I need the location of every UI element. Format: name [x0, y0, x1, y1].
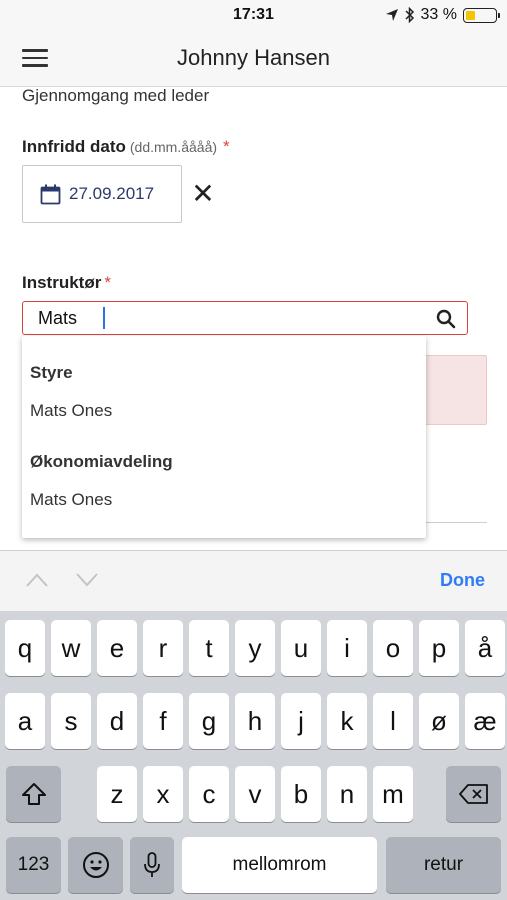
- instructor-field-label: Instruktør *: [22, 273, 111, 293]
- key-æ[interactable]: æ: [465, 693, 505, 749]
- page-title: Johnny Hansen: [177, 45, 330, 70]
- key-k[interactable]: k: [327, 693, 367, 749]
- key-b[interactable]: b: [281, 766, 321, 822]
- bluetooth-icon: [405, 7, 414, 23]
- dropdown-option[interactable]: Mats Ones: [30, 401, 112, 421]
- instructor-label: Instruktør: [22, 273, 102, 292]
- space-key[interactable]: mellomrom: [182, 837, 377, 893]
- key-f[interactable]: f: [143, 693, 183, 749]
- date-format-hint: (dd.mm.åååå): [129, 139, 218, 155]
- status-indicators: 33 %: [385, 5, 500, 25]
- divider: [420, 522, 487, 523]
- key-s[interactable]: s: [51, 693, 91, 749]
- key-l[interactable]: l: [373, 693, 413, 749]
- calendar-icon: [40, 184, 61, 204]
- key-e[interactable]: e: [97, 620, 137, 676]
- on-screen-keyboard: qwertyuiopå asdfghjkløæ zxcvbnm 123 mell…: [0, 611, 507, 900]
- key-d[interactable]: d: [97, 693, 137, 749]
- return-key[interactable]: retur: [386, 837, 501, 893]
- key-y[interactable]: y: [235, 620, 275, 676]
- backspace-key[interactable]: [446, 766, 501, 822]
- emoji-key[interactable]: [68, 837, 123, 893]
- key-g[interactable]: g: [189, 693, 229, 749]
- text-cursor: [103, 307, 105, 329]
- validation-message-box: [420, 355, 487, 425]
- keyboard-accessory-bar: Done: [0, 550, 507, 611]
- key-v[interactable]: v: [235, 766, 275, 822]
- date-field-label: Innfridd dato (dd.mm.åååå) *: [22, 137, 230, 157]
- key-a[interactable]: a: [5, 693, 45, 749]
- key-i[interactable]: i: [327, 620, 367, 676]
- autocomplete-dropdown: Styre Mats Ones Økonomiavdeling Mats One…: [22, 336, 426, 538]
- instructor-search-field: [22, 301, 468, 335]
- key-w[interactable]: w: [51, 620, 91, 676]
- numbers-key[interactable]: 123: [6, 837, 61, 893]
- instructor-search-input[interactable]: [38, 307, 428, 329]
- battery-level: [466, 10, 476, 20]
- key-j[interactable]: j: [281, 693, 321, 749]
- date-label: Innfridd dato: [22, 137, 126, 156]
- key-o[interactable]: o: [373, 620, 413, 676]
- backspace-icon: [458, 784, 488, 804]
- shift-key[interactable]: [6, 766, 61, 822]
- battery-percent: 33 %: [420, 6, 457, 23]
- key-h[interactable]: h: [235, 693, 275, 749]
- dropdown-group-styre: Styre: [30, 363, 73, 382]
- key-c[interactable]: c: [189, 766, 229, 822]
- key-q[interactable]: q: [5, 620, 45, 676]
- microphone-icon: [144, 852, 160, 877]
- key-u[interactable]: u: [281, 620, 321, 676]
- key-p[interactable]: p: [419, 620, 459, 676]
- date-picker-field[interactable]: 27.09.2017: [22, 165, 182, 223]
- navigation-bar: Johnny Hansen: [0, 30, 507, 87]
- date-value: 27.09.2017: [69, 184, 155, 203]
- chevron-up-icon[interactable]: [26, 573, 48, 587]
- required-marker: *: [223, 137, 230, 156]
- key-m[interactable]: m: [373, 766, 413, 822]
- review-type-text: Gjennomgang med leder: [22, 86, 210, 105]
- done-button[interactable]: Done: [440, 570, 485, 591]
- key-t[interactable]: t: [189, 620, 229, 676]
- status-bar: 17:31 33 %: [0, 0, 507, 30]
- dictation-key[interactable]: [130, 837, 174, 893]
- location-arrow-icon: [385, 9, 398, 21]
- key-r[interactable]: r: [143, 620, 183, 676]
- search-icon[interactable]: [436, 309, 456, 329]
- clear-date-button[interactable]: ✕: [190, 180, 216, 208]
- dropdown-group-okonomiavdeling: Økonomiavdeling: [30, 452, 173, 471]
- battery-icon: [463, 7, 500, 23]
- key-ø[interactable]: ø: [419, 693, 459, 749]
- key-å[interactable]: å: [465, 620, 505, 676]
- emoji-icon: [82, 852, 109, 878]
- shift-icon: [21, 783, 46, 805]
- chevron-down-icon[interactable]: [76, 573, 98, 587]
- dropdown-option[interactable]: Mats Ones: [30, 490, 112, 510]
- instructor-required-marker: *: [104, 273, 111, 292]
- key-n[interactable]: n: [327, 766, 367, 822]
- key-x[interactable]: x: [143, 766, 183, 822]
- key-z[interactable]: z: [97, 766, 137, 822]
